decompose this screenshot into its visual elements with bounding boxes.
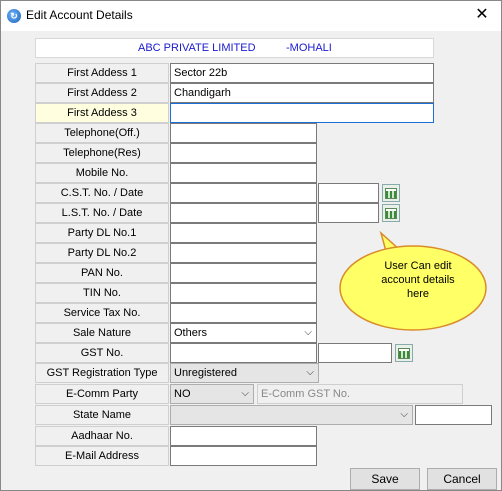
service-tax-label: Service Tax No. — [35, 303, 169, 323]
gst-registration-type-value: Unregistered — [174, 367, 237, 379]
lst-date-field[interactable] — [318, 203, 379, 223]
ecomm-gst-field[interactable]: E-Comm GST No. — [257, 384, 463, 404]
cst-number-field[interactable] — [170, 183, 317, 203]
callout-text: User Can edit account details here — [381, 260, 455, 300]
gst-registration-type-select[interactable]: Unregistered ⌵ — [170, 363, 319, 383]
gst-registration-type-label: GST Registration Type — [35, 363, 169, 383]
party-dl2-field[interactable] — [170, 243, 317, 263]
cst-date-field[interactable] — [318, 183, 379, 203]
address2-label: First Addess 2 — [35, 83, 169, 103]
address2-field[interactable]: Chandigarh — [170, 83, 434, 103]
calendar-icon[interactable] — [382, 204, 400, 222]
service-tax-field[interactable] — [170, 303, 317, 323]
gst-label: GST No. — [35, 343, 169, 363]
party-dl1-field[interactable] — [170, 223, 317, 243]
company-name: ABC PRIVATE LIMITED — [138, 42, 256, 54]
aadhaar-field[interactable] — [170, 426, 317, 446]
chevron-down-icon: ⌵ — [241, 388, 249, 399]
pan-label: PAN No. — [35, 263, 169, 283]
telephone-off-label: Telephone(Off.) — [35, 123, 169, 143]
state-name-select[interactable]: ⌵ — [170, 405, 413, 425]
chevron-down-icon: ⌵ — [304, 327, 312, 338]
chevron-down-icon: ⌵ — [400, 409, 408, 420]
chevron-down-icon: ⌵ — [306, 367, 314, 378]
aadhaar-label: Aadhaar No. — [35, 426, 169, 446]
address1-label: First Addess 1 — [35, 63, 169, 83]
help-callout: User Can edit account details here — [339, 230, 489, 331]
address1-field[interactable]: Sector 22b — [170, 63, 434, 83]
address3-field[interactable] — [170, 103, 434, 123]
window-title: Edit Account Details — [26, 8, 133, 22]
telephone-res-label: Telephone(Res) — [35, 143, 169, 163]
edit-account-dialog: ↻ Edit Account Details ✕ ABC PRIVATE LIM… — [0, 0, 502, 491]
ecomm-party-select[interactable]: NO ⌵ — [170, 384, 254, 404]
ecomm-party-value: NO — [174, 388, 191, 400]
sale-nature-value: Others — [174, 327, 208, 339]
tin-field[interactable] — [170, 283, 317, 303]
lst-label: L.S.T. No. / Date — [35, 203, 169, 223]
calendar-icon[interactable] — [382, 184, 400, 202]
email-label: E-Mail Address — [35, 446, 169, 466]
address3-label: First Addess 3 — [35, 103, 169, 123]
mobile-field[interactable] — [170, 163, 317, 183]
mobile-label: Mobile No. — [35, 163, 169, 183]
gst-number-field[interactable] — [170, 343, 317, 363]
cancel-button[interactable]: Cancel — [427, 468, 497, 490]
pan-field[interactable] — [170, 263, 317, 283]
sale-nature-select[interactable]: Others ⌵ — [170, 323, 317, 343]
cst-label: C.S.T. No. / Date — [35, 183, 169, 203]
save-button[interactable]: Save — [350, 468, 420, 490]
sale-nature-label: Sale Nature — [35, 323, 169, 343]
title-bar: ↻ Edit Account Details ✕ — [1, 1, 501, 31]
lst-number-field[interactable] — [170, 203, 317, 223]
state-code-field[interactable] — [415, 405, 492, 425]
telephone-res-field[interactable] — [170, 143, 317, 163]
company-location: -MOHALI — [286, 42, 332, 54]
calendar-icon[interactable] — [395, 344, 413, 362]
telephone-off-field[interactable] — [170, 123, 317, 143]
state-name-label: State Name — [35, 405, 169, 425]
close-button[interactable]: ✕ — [471, 5, 493, 25]
gst-date-field[interactable] — [318, 343, 392, 363]
tin-label: TIN No. — [35, 283, 169, 303]
party-dl2-label: Party DL No.2 — [35, 243, 169, 263]
app-icon: ↻ — [7, 9, 21, 23]
company-banner: ABC PRIVATE LIMITED -MOHALI — [35, 38, 434, 58]
ecomm-party-label: E-Comm Party — [35, 384, 169, 404]
party-dl1-label: Party DL No.1 — [35, 223, 169, 243]
email-field[interactable] — [170, 446, 317, 466]
